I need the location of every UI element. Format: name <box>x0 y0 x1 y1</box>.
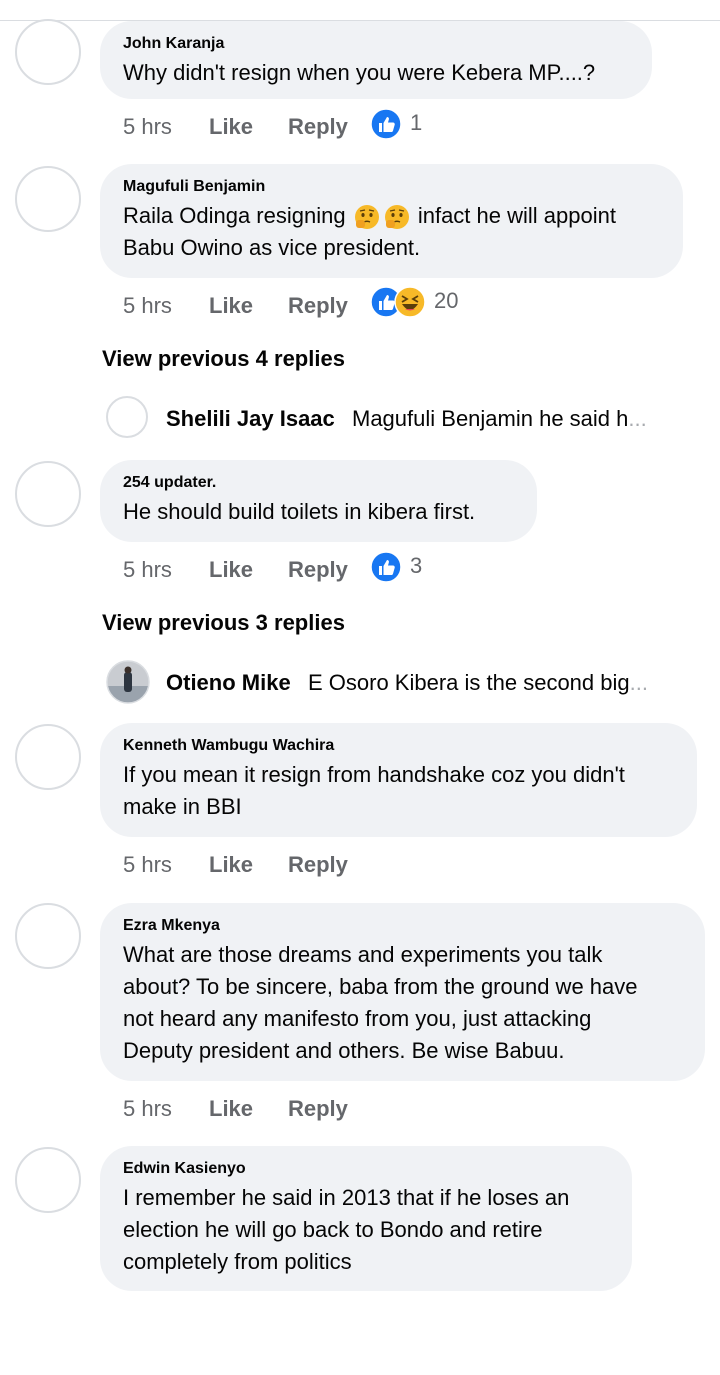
view-previous-replies-link[interactable]: View previous 4 replies <box>102 346 345 372</box>
comment-text-line-3: not heard any manifesto from you, just a… <box>123 1006 592 1031</box>
comment-time[interactable]: 5 hrs <box>123 557 172 583</box>
comment-text-line-1: What are those dreams and experiments yo… <box>123 942 603 967</box>
like-button[interactable]: Like <box>209 557 253 583</box>
reply-ellipsis: ... <box>629 670 648 695</box>
comment-bubble: Edwin Kasienyo I remember he said in 201… <box>100 1146 632 1291</box>
reply-snippet-text: E Osoro Kibera is the second big <box>308 670 630 695</box>
avatar[interactable] <box>15 461 81 527</box>
comment-text-line-3: completely from politics <box>123 1249 352 1274</box>
reply-button[interactable]: Reply <box>288 293 348 319</box>
reply-snippet: Magufuli Benjamin he said h... <box>352 406 647 432</box>
comment-text-line-2: Babu Owino as vice president. <box>123 235 421 260</box>
comment-bubble: John Karanja Why didn't resign when you … <box>100 21 652 99</box>
avatar[interactable] <box>15 19 81 85</box>
comment-bubble: Kenneth Wambugu Wachira If you mean it r… <box>100 723 697 837</box>
comment-author[interactable]: Magufuli Benjamin <box>123 176 659 198</box>
comment-text-line-2: election he will go back to Bondo and re… <box>123 1217 543 1242</box>
nested-reply-preview[interactable]: Otieno Mike E Osoro Kibera is the second… <box>106 660 706 704</box>
comment-author[interactable]: Ezra Mkenya <box>123 915 681 937</box>
reaction-count: 1 <box>410 110 423 135</box>
comment-bubble: 254 updater. He should build toilets in … <box>100 460 537 542</box>
avatar[interactable] <box>15 724 81 790</box>
like-reaction-icon <box>370 551 402 583</box>
comment-author[interactable]: 254 updater. <box>123 472 513 494</box>
comment-time[interactable]: 5 hrs <box>123 114 172 140</box>
comment-author[interactable]: John Karanja <box>123 33 628 55</box>
avatar[interactable] <box>106 396 148 438</box>
reactions-summary[interactable]: 20 <box>370 286 465 318</box>
comment-time[interactable]: 5 hrs <box>123 293 172 319</box>
comment-text-part-2: infact he will appoint <box>417 203 616 228</box>
like-button[interactable]: Like <box>209 852 253 878</box>
view-previous-replies-link[interactable]: View previous 3 replies <box>102 610 345 636</box>
reply-button[interactable]: Reply <box>288 852 348 878</box>
reaction-count: 20 <box>434 288 459 313</box>
comment-text-line-1: Raila Odinga resigning infact he will ap… <box>123 200 659 232</box>
avatar[interactable] <box>15 166 81 232</box>
like-reaction-icon <box>370 108 402 140</box>
comment-text-line-1: If you mean it resign from handshake coz… <box>123 762 625 787</box>
reply-snippet: E Osoro Kibera is the second big... <box>308 670 648 696</box>
reply-snippet-text: Magufuli Benjamin he said h <box>352 406 629 431</box>
like-button[interactable]: Like <box>209 114 253 140</box>
avatar[interactable] <box>106 660 150 704</box>
nested-reply-preview[interactable]: Shelili Jay Isaac Magufuli Benjamin he s… <box>106 396 706 440</box>
comment-bubble: Magufuli Benjamin Raila Odinga resigning… <box>100 164 683 278</box>
reactions-summary[interactable]: 1 <box>370 108 430 140</box>
reactions-summary[interactable]: 3 <box>370 551 430 583</box>
comment-text: He should build toilets in kibera first. <box>123 499 476 524</box>
thinking-face-emoji <box>354 205 379 230</box>
thinking-face-emoji <box>384 205 409 230</box>
reply-button[interactable]: Reply <box>288 114 348 140</box>
comment-text-part-1: Raila Odinga resigning <box>123 203 346 228</box>
comment-author[interactable]: Kenneth Wambugu Wachira <box>123 735 673 757</box>
reaction-count: 3 <box>410 553 423 578</box>
avatar[interactable] <box>15 1147 81 1213</box>
comment-text-line-2: about? To be sincere, baba from the grou… <box>123 974 638 999</box>
comment-text-line-4: Deputy president and others. Be wise Bab… <box>123 1038 565 1063</box>
reply-ellipsis: ... <box>628 406 647 431</box>
like-button[interactable]: Like <box>209 1096 253 1122</box>
comment-text-line-2: make in BBI <box>123 794 242 819</box>
comment-author[interactable]: Edwin Kasienyo <box>123 1158 608 1180</box>
reply-author[interactable]: Shelili Jay Isaac <box>166 406 335 432</box>
comment-text-line-1: I remember he said in 2013 that if he lo… <box>123 1185 570 1210</box>
comment-time[interactable]: 5 hrs <box>123 852 172 878</box>
haha-reaction-icon <box>394 286 426 318</box>
comment-time[interactable]: 5 hrs <box>123 1096 172 1122</box>
comment-text: Why didn't resign when you were Kebera M… <box>123 60 596 85</box>
comment-bubble: Ezra Mkenya What are those dreams and ex… <box>100 903 705 1081</box>
avatar[interactable] <box>15 903 81 969</box>
like-button[interactable]: Like <box>209 293 253 319</box>
reply-button[interactable]: Reply <box>288 1096 348 1122</box>
reply-button[interactable]: Reply <box>288 557 348 583</box>
reply-author[interactable]: Otieno Mike <box>166 670 291 696</box>
